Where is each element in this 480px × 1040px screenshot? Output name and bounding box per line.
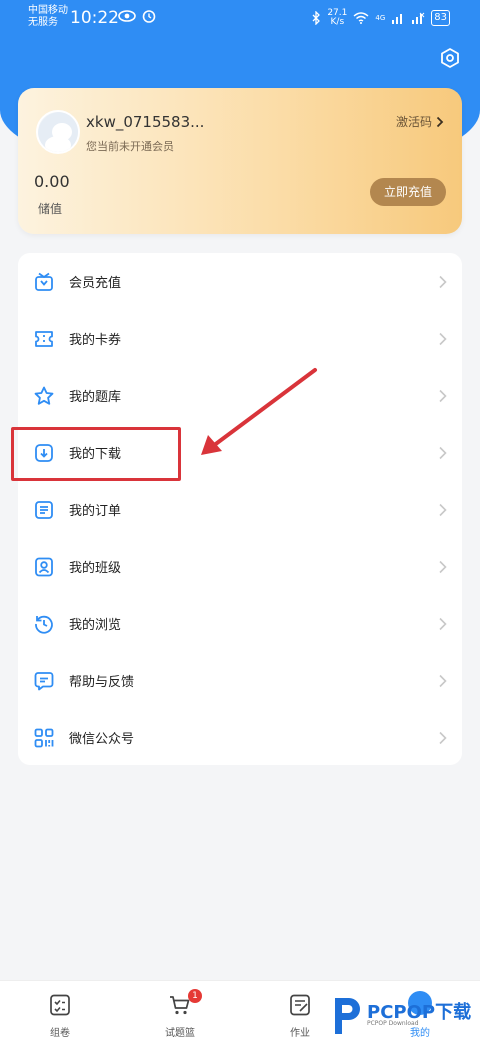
cart-badge: 1 bbox=[188, 989, 202, 1003]
recharge-button[interactable]: 立即充值 bbox=[370, 178, 446, 206]
menu-item-my-history[interactable]: 我的浏览 bbox=[18, 595, 462, 652]
balance-label: 储值 bbox=[38, 202, 63, 216]
settings-hex-icon bbox=[441, 48, 459, 68]
net-speed-unit: K/s bbox=[330, 17, 345, 27]
annotation-arrow-icon bbox=[201, 368, 317, 455]
carrier-service: 无服务 bbox=[28, 17, 58, 28]
status-bar: 中国移动 无服务 10:22 27.1 K/s 4G 83 bbox=[0, 0, 480, 36]
menu-item-label: 我的班级 bbox=[69, 561, 122, 576]
tab-label: 试题篮 bbox=[165, 1028, 195, 1039]
chevron-right-icon bbox=[439, 446, 447, 459]
bluetooth-icon bbox=[312, 11, 321, 25]
menu-item-label: 我的卡券 bbox=[69, 333, 122, 348]
menu-item-my-coupons[interactable]: 我的卡券 bbox=[18, 310, 462, 367]
homework-icon bbox=[290, 994, 310, 1016]
star-icon bbox=[34, 386, 54, 405]
battery-indicator: 83 bbox=[431, 10, 450, 26]
grid-icon bbox=[34, 728, 54, 747]
net-speed: 27.1 K/s bbox=[327, 9, 347, 27]
chevron-right-icon bbox=[436, 116, 444, 127]
activation-code-label: 激活码 bbox=[395, 115, 432, 129]
chevron-right-icon bbox=[439, 503, 447, 516]
shopping-bag-icon bbox=[35, 272, 53, 291]
settings-button[interactable] bbox=[438, 46, 462, 70]
alarm-icon bbox=[142, 10, 156, 23]
document-icon bbox=[35, 500, 53, 519]
ticket-icon bbox=[35, 330, 53, 347]
chevron-right-icon bbox=[439, 731, 447, 744]
member-card: xkw_0715583... 您当前未开通会员 激活码 0.00 储值 立即充值 bbox=[18, 88, 462, 234]
wifi-icon bbox=[353, 12, 369, 24]
balance-value: 0.00 bbox=[34, 172, 70, 191]
username: xkw_0715583... bbox=[86, 113, 205, 131]
chevron-right-icon bbox=[439, 674, 447, 687]
activation-code-link[interactable]: 激活码 bbox=[396, 113, 444, 130]
menu-item-label: 我的浏览 bbox=[69, 618, 122, 633]
menu-item-member-recharge[interactable]: 会员充值 bbox=[18, 253, 462, 310]
chat-icon bbox=[34, 671, 54, 690]
menu-item-my-class[interactable]: 我的班级 bbox=[18, 538, 462, 595]
menu-item-wechat-official[interactable]: 微信公众号 bbox=[18, 709, 462, 766]
signal-icon bbox=[392, 14, 403, 24]
tab-label: 组卷 bbox=[50, 1028, 70, 1039]
carrier-info: 中国移动 无服务 bbox=[28, 5, 68, 29]
menu-item-label: 我的题库 bbox=[69, 390, 122, 405]
signal-tag: 4G bbox=[375, 14, 386, 22]
chevron-right-icon bbox=[439, 332, 447, 345]
watermark: PCPOP下载 PCPOP Download bbox=[331, 990, 479, 1038]
chevron-right-icon bbox=[439, 389, 447, 402]
highlight-box bbox=[11, 427, 181, 481]
carrier-name: 中国移动 bbox=[28, 5, 68, 16]
menu-item-label: 会员充值 bbox=[69, 276, 122, 291]
membership-status: 您当前未开通会员 bbox=[86, 140, 174, 153]
tab-compose-paper[interactable]: 组卷 bbox=[0, 981, 120, 1040]
chevron-right-icon bbox=[439, 617, 447, 630]
menu-item-label: 我的订单 bbox=[69, 504, 122, 519]
clock: 10:22 bbox=[70, 8, 119, 28]
chevron-right-icon bbox=[439, 560, 447, 573]
menu-item-help-feedback[interactable]: 帮助与反馈 bbox=[18, 652, 462, 709]
menu-item-label: 帮助与反馈 bbox=[69, 675, 135, 690]
status-icons-left bbox=[118, 9, 156, 23]
history-icon bbox=[35, 615, 53, 634]
menu-list: 会员充值 我的卡券 我的题库 我的下载 我的订单 我的班级 我的浏览 帮助与反馈 bbox=[18, 253, 462, 765]
menu-item-my-orders[interactable]: 我的订单 bbox=[18, 481, 462, 538]
status-icons-right: 27.1 K/s 4G 83 bbox=[311, 9, 450, 27]
pcpop-logo-icon bbox=[335, 998, 360, 1034]
eye-icon bbox=[118, 10, 136, 22]
person-icon bbox=[35, 557, 53, 576]
avatar[interactable] bbox=[36, 110, 80, 154]
menu-item-label: 微信公众号 bbox=[69, 732, 135, 747]
signal-off-icon bbox=[412, 12, 425, 24]
watermark-subtitle: PCPOP Download bbox=[367, 1020, 419, 1027]
chevron-right-icon bbox=[439, 275, 447, 288]
tab-question-basket[interactable]: 1 试题篮 bbox=[120, 981, 240, 1040]
checklist-icon bbox=[50, 994, 70, 1016]
default-avatar-icon bbox=[38, 112, 78, 152]
